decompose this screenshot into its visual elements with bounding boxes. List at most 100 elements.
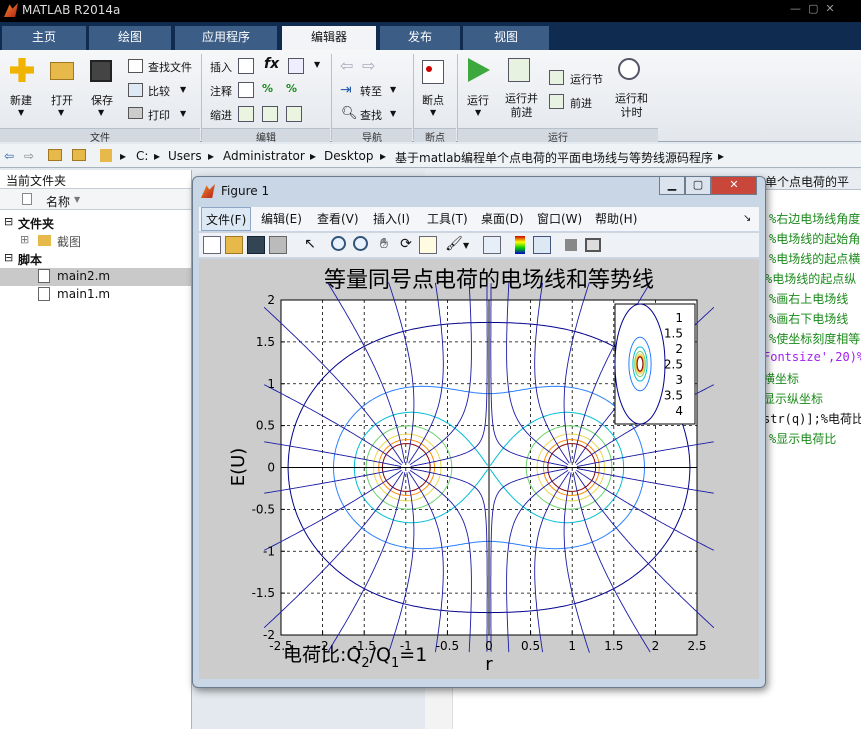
goto-dropdown-icon[interactable]: ▼ (390, 85, 396, 94)
y-tick-label: -0.5 (252, 502, 275, 516)
browse-folder-icon[interactable] (72, 149, 86, 161)
crumb-administrator[interactable]: Administrator (223, 149, 305, 163)
data-cursor-icon[interactable] (419, 236, 437, 254)
open-file-icon[interactable] (225, 236, 243, 254)
open-dropdown-icon[interactable]: ▼ (58, 108, 64, 117)
print-dropdown-icon[interactable]: ▼ (180, 109, 186, 118)
dock-arrow-icon[interactable]: ↘ (739, 207, 755, 231)
save-dropdown-icon[interactable]: ▼ (98, 108, 104, 117)
menu-tools[interactable]: 工具(T) (423, 207, 472, 231)
run-dropdown-icon[interactable]: ▼ (475, 108, 481, 117)
menu-help[interactable]: 帮助(H) (591, 207, 641, 231)
advance-button[interactable]: 前进 (570, 95, 592, 111)
rotate-3d-icon[interactable]: ⟳ (397, 236, 415, 254)
nav-back-icon[interactable]: ⇦ (4, 149, 14, 163)
close-button[interactable]: ✕ (711, 177, 757, 195)
sort-down-icon[interactable]: ▼ (74, 195, 80, 204)
compare-button[interactable]: 比较 (148, 83, 170, 99)
goto-button[interactable]: 转至 (360, 83, 382, 99)
link-plot-icon[interactable] (483, 236, 501, 254)
edit-plot-cursor-icon[interactable]: ↖ (301, 236, 319, 254)
maximize-button[interactable]: ▢ (685, 177, 711, 195)
code-line: %使坐标刻度相等 (769, 332, 861, 346)
file-item-main1[interactable]: main1.m (57, 287, 110, 301)
breakpoints-button[interactable]: 断点 (422, 92, 444, 108)
fx-icon[interactable]: fx (264, 56, 279, 72)
colorbar-icon[interactable] (515, 236, 525, 254)
collapse-icon[interactable]: ⊟ (4, 215, 13, 228)
compare-dropdown-icon[interactable]: ▼ (180, 85, 186, 94)
comment-toggle-icon[interactable] (238, 82, 254, 98)
breakpoints-dropdown-icon[interactable]: ▼ (430, 108, 436, 117)
menu-window[interactable]: 窗口(W) (533, 207, 586, 231)
menu-insert[interactable]: 插入(I) (369, 207, 414, 231)
open-button[interactable]: 打开 (51, 92, 73, 108)
hide-tools-icon[interactable] (565, 239, 577, 251)
window-controls[interactable]: — ▢ ✕ (790, 2, 856, 18)
tab-editor[interactable]: 编辑器 (282, 26, 376, 50)
menu-file[interactable]: 文件(F) (201, 207, 252, 231)
column-name-header[interactable]: 名称 (46, 193, 70, 210)
tab-apps[interactable]: 应用程序 (175, 26, 277, 50)
brush-dropdown-icon[interactable]: ▼ (463, 241, 471, 259)
save-button[interactable]: 保存 (91, 92, 113, 108)
contour-plot[interactable]: -2.5 -2 -1.5 -1 -0.5 0 0.5 1 1.5 2 2.5 21.510.50-0… (199, 259, 759, 679)
crumb-project-folder[interactable]: 基于matlab编程单个点电荷的平面电场线与等势线源码程序 (395, 149, 713, 166)
find-magnifier-icon[interactable]: 🔍︎ (341, 106, 358, 121)
editor-tab-fragment[interactable]: 单个点电荷的平 (765, 173, 849, 190)
indent-button[interactable]: 缩进 (210, 107, 232, 123)
smart-indent-icon[interactable] (238, 106, 254, 122)
back-arrow-icon[interactable]: ⇦ (340, 56, 353, 75)
insert-button[interactable]: 插入 (210, 59, 232, 75)
figure-window[interactable]: Figure 1 ▁ ▢ ✕ 文件(F) 编辑(E) 查看(V) 插入(I) 工… (192, 176, 766, 688)
uncomment-icon[interactable]: % (286, 82, 297, 95)
zoom-out-icon[interactable] (353, 236, 368, 251)
crumb-desktop[interactable]: Desktop (324, 149, 374, 163)
menu-view[interactable]: 查看(V) (313, 207, 363, 231)
brush-icon[interactable]: 🖌︎ (445, 236, 463, 254)
tab-publish[interactable]: 发布 (380, 26, 460, 50)
print-figure-icon[interactable] (269, 236, 287, 254)
print-button[interactable]: 打印 (148, 107, 170, 123)
insert-dropdown-icon[interactable]: ▼ (314, 60, 320, 69)
run-advance-button[interactable]: 运行并 前进 (505, 92, 538, 120)
run-section-icon (549, 70, 564, 85)
menu-edit[interactable]: 编辑(E) (257, 207, 306, 231)
pan-hand-icon[interactable]: ✋︎ (375, 236, 393, 254)
save-figure-icon[interactable] (247, 236, 265, 254)
menu-desktop[interactable]: 桌面(D) (477, 207, 528, 231)
decrease-indent-icon[interactable] (262, 106, 278, 122)
nav-forward-icon[interactable]: ⇨ (24, 149, 34, 163)
collapse-icon[interactable]: ⊟ (4, 251, 13, 264)
minimize-button[interactable]: ▁ (659, 177, 685, 195)
zoom-in-icon[interactable] (331, 236, 346, 251)
goto-arrow-icon[interactable]: ⇥ (340, 82, 352, 98)
new-button[interactable]: 新建 (10, 92, 32, 108)
forward-arrow-icon[interactable]: ⇨ (362, 56, 375, 75)
find-files-button[interactable]: 查找文件 (148, 59, 192, 75)
expand-icon[interactable]: ⊞ (20, 233, 29, 246)
file-item-main2[interactable]: main2.m (57, 269, 110, 283)
crumb-drive[interactable]: C: (136, 149, 148, 163)
new-dropdown-icon[interactable]: ▼ (18, 108, 24, 117)
show-tools-icon[interactable] (585, 238, 601, 252)
find-dropdown-icon[interactable]: ▼ (390, 109, 396, 118)
tab-plots[interactable]: 绘图 (89, 26, 171, 50)
tab-home[interactable]: 主页 (2, 26, 86, 50)
new-figure-icon[interactable] (203, 236, 221, 254)
up-folder-icon[interactable] (48, 149, 62, 161)
run-section-button[interactable]: 运行节 (570, 71, 603, 87)
folder-item-screenshots[interactable]: 截图 (57, 233, 81, 250)
run-button[interactable]: 运行 (467, 92, 489, 108)
comment-button[interactable]: 注释 (210, 83, 232, 99)
insert-function-icon[interactable] (288, 58, 304, 74)
legend-icon[interactable] (533, 236, 551, 254)
run-time-button[interactable]: 运行和 计时 (615, 92, 648, 120)
insert-section-icon[interactable] (238, 58, 254, 74)
code-line: Fontsize',20)% (763, 350, 861, 364)
find-button[interactable]: 查找 (360, 107, 382, 123)
percent-icon[interactable]: % (262, 82, 273, 95)
tab-view[interactable]: 视图 (463, 26, 549, 50)
crumb-users[interactable]: Users (168, 149, 202, 163)
increase-indent-icon[interactable] (286, 106, 302, 122)
